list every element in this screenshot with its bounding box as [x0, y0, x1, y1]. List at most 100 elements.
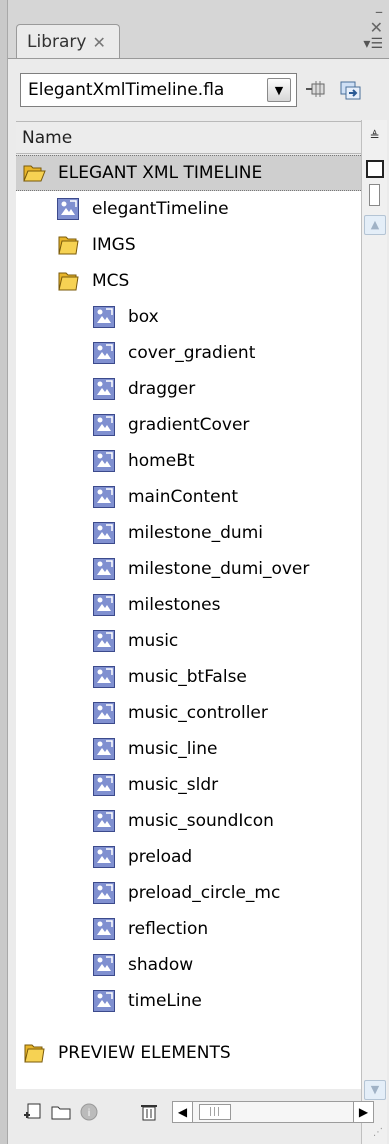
library-item-symbol[interactable]: box — [16, 299, 361, 335]
movieclip-symbol-icon — [93, 810, 115, 832]
panel-menu-icon[interactable]: ▾☰ — [363, 36, 383, 52]
close-panel-icon[interactable]: ✕ — [355, 20, 383, 36]
movieclip-symbol-icon — [93, 918, 115, 940]
horizontal-scrollbar[interactable]: ◀ ||| ▶ — [172, 1101, 374, 1123]
library-item-label: ELEGANT XML TIMELINE — [58, 163, 263, 183]
library-item-folder[interactable]: PREVIEW ELEMENTS — [16, 1035, 361, 1071]
new-symbol-icon[interactable] — [22, 1101, 44, 1123]
library-item-symbol[interactable]: elegantTimeline — [16, 191, 361, 227]
library-item-symbol[interactable]: gradientCover — [16, 407, 361, 443]
library-item-label: dragger — [128, 379, 196, 399]
vertical-scrollbar[interactable]: ≜ ▲ ▼ — [361, 120, 387, 1144]
library-item-symbol[interactable]: dragger — [16, 371, 361, 407]
library-item-list: ELEGANT XML TIMELINE elegantTimeline IMGS M… — [16, 155, 361, 1089]
narrow-view-icon[interactable] — [369, 184, 380, 206]
library-item-folder[interactable]: MCS — [16, 263, 361, 299]
library-item-label: milestone_dumi — [128, 523, 263, 543]
library-item-symbol[interactable]: music_soundIcon — [16, 803, 361, 839]
movieclip-symbol-icon — [93, 738, 115, 760]
movieclip-symbol-icon — [93, 702, 115, 724]
movieclip-symbol-icon — [93, 954, 115, 976]
library-panel: ElegantXmlTimeline.fla ▼ Name ≜ ▲ ▼ ELEG… — [8, 58, 389, 1144]
column-header-label: Name — [22, 127, 73, 148]
movieclip-symbol-icon — [93, 990, 115, 1012]
library-item-label: timeLine — [128, 991, 202, 1011]
folder-icon — [58, 272, 79, 291]
library-item-symbol[interactable]: mainContent — [16, 479, 361, 515]
movieclip-symbol-icon — [93, 486, 115, 508]
library-item-label: MCS — [92, 271, 130, 291]
tab-library[interactable]: Library ✕ — [16, 24, 120, 59]
pin-icon[interactable] — [304, 79, 328, 101]
library-item-label: preload — [128, 847, 193, 867]
movieclip-symbol-icon — [93, 846, 115, 868]
library-item-symbol[interactable]: preload — [16, 839, 361, 875]
movieclip-symbol-icon — [93, 630, 115, 652]
library-item-symbol[interactable]: milestones — [16, 587, 361, 623]
library-item-symbol[interactable]: timeLine — [16, 983, 361, 1019]
library-item-symbol[interactable]: music_line — [16, 731, 361, 767]
scroll-left-arrow-icon[interactable]: ◀ — [173, 1102, 193, 1122]
library-item-label: shadow — [128, 955, 194, 975]
library-item-symbol[interactable]: music_sldr — [16, 767, 361, 803]
trash-icon[interactable] — [138, 1101, 160, 1123]
movieclip-symbol-icon — [93, 414, 115, 436]
movieclip-symbol-icon — [93, 882, 115, 904]
column-header-name[interactable]: Name — [16, 121, 368, 154]
library-item-symbol[interactable]: music_controller — [16, 695, 361, 731]
folder-icon — [24, 1044, 45, 1063]
library-item-symbol[interactable]: milestone_dumi — [16, 515, 361, 551]
library-item-symbol[interactable]: shadow — [16, 947, 361, 983]
library-item-label: milestones — [128, 595, 221, 615]
properties-icon: i — [80, 1103, 98, 1121]
library-item-symbol[interactable]: cover_gradient — [16, 335, 361, 371]
library-item-label: reflection — [128, 919, 209, 939]
library-item-label: music_line — [128, 739, 218, 759]
library-item-symbol[interactable]: homeBt — [16, 443, 361, 479]
library-item-label: PREVIEW ELEMENTS — [58, 1043, 231, 1063]
movieclip-symbol-icon — [57, 198, 79, 220]
library-item-label: music_sldr — [128, 775, 219, 795]
library-item-label: preload_circle_mc — [128, 883, 281, 903]
library-item-symbol[interactable]: preload_circle_mc — [16, 875, 361, 911]
library-item-symbol[interactable]: music_btFalse — [16, 659, 361, 695]
scroll-thumb[interactable]: ||| — [199, 1104, 231, 1120]
tab-label: Library — [27, 32, 87, 52]
movieclip-symbol-icon — [93, 342, 115, 364]
document-dropdown-value: ElegantXmlTimeline.fla — [28, 80, 225, 100]
library-item-label: gradientCover — [128, 415, 250, 435]
library-item-label: cover_gradient — [128, 343, 256, 363]
library-item-label: music — [128, 631, 179, 651]
library-item-label: milestone_dumi_over — [128, 559, 310, 579]
new-folder-icon[interactable] — [50, 1101, 72, 1123]
library-item-folder[interactable]: IMGS — [16, 227, 361, 263]
library-item-label: music_soundIcon — [128, 811, 274, 831]
window-controls[interactable]: – ✕ — [355, 4, 383, 40]
svg-text:i: i — [88, 1108, 91, 1119]
document-dropdown[interactable]: ElegantXmlTimeline.fla ▼ — [20, 73, 297, 107]
sort-toggle-icon[interactable]: ≜ — [366, 124, 383, 148]
library-item-symbol[interactable]: reflection — [16, 911, 361, 947]
tab-close-icon[interactable]: ✕ — [92, 33, 105, 52]
movieclip-symbol-icon — [93, 450, 115, 472]
movieclip-symbol-icon — [93, 378, 115, 400]
library-item-label: elegantTimeline — [92, 199, 229, 219]
library-item-label: music_btFalse — [128, 667, 247, 687]
resize-grip-icon[interactable]: ⋰ — [373, 1127, 383, 1138]
scroll-up-arrow-icon[interactable]: ▲ — [364, 215, 386, 235]
folder-icon — [58, 236, 79, 255]
library-item-label: homeBt — [128, 451, 195, 471]
movieclip-symbol-icon — [93, 306, 115, 328]
scroll-right-arrow-icon[interactable]: ▶ — [353, 1102, 373, 1122]
movieclip-symbol-icon — [93, 558, 115, 580]
library-item-symbol[interactable]: milestone_dumi_over — [16, 551, 361, 587]
library-item-symbol[interactable]: music — [16, 623, 361, 659]
bottom-toolbar: i ◀ ||| ▶ — [16, 1089, 374, 1144]
chevron-down-icon[interactable]: ▼ — [267, 78, 291, 102]
movieclip-symbol-icon — [93, 522, 115, 544]
library-item-label: mainContent — [128, 487, 239, 507]
new-library-panel-icon[interactable] — [338, 79, 362, 101]
wide-view-icon[interactable] — [366, 160, 384, 178]
library-item-folder[interactable]: ELEGANT XML TIMELINE — [16, 155, 361, 191]
scroll-down-arrow-icon[interactable]: ▼ — [364, 1080, 386, 1100]
